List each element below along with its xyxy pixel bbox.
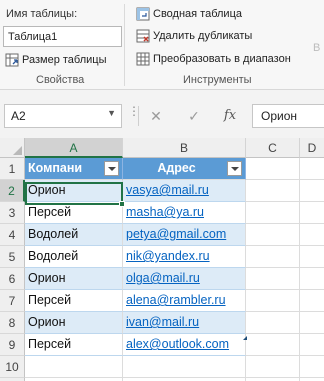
properties-group-label: Свойства [36,74,85,86]
email-cell[interactable]: olga@mail.ru [123,268,246,290]
email-link[interactable]: petya@gmail.com [126,227,226,241]
company-cell[interactable]: Водолей [25,224,123,246]
formula-divider [138,106,139,126]
row-header[interactable]: 4 [0,224,25,246]
empty-cell[interactable] [123,356,246,378]
row-header[interactable]: 2 [0,180,25,202]
insert-function-icon[interactable]: fx [217,104,243,128]
pivot-table-icon [136,7,150,21]
empty-cell[interactable] [300,356,324,378]
name-box-value: A2 [11,109,26,123]
empty-cell[interactable] [300,224,324,246]
empty-cell[interactable] [246,312,300,334]
worksheet-grid: A B C D 1 2 3 4 5 6 7 8 9 10 11 Компани … [0,138,324,381]
table-name-input[interactable] [3,26,122,47]
company-cell[interactable]: Персей [25,290,123,312]
ribbon: Имя таблицы: Размер таблицы Свойства Сво… [0,0,324,90]
row-header[interactable]: 9 [0,334,25,356]
formula-input[interactable]: Орион [252,104,324,128]
cancel-icon[interactable]: ✕ [143,104,169,128]
company-cell[interactable]: Орион [25,268,123,290]
empty-cell[interactable] [246,158,300,180]
pivot-table-button[interactable]: Сводная таблица [136,7,242,21]
empty-cell[interactable] [300,312,324,334]
row-header[interactable]: 10 [0,356,25,378]
empty-cell[interactable] [300,158,324,180]
formula-bar: A2 ▼ ⋮ ✕ ✓ fx Орион [0,90,324,138]
company-cell[interactable]: Водолей [25,246,123,268]
email-link[interactable]: ivan@mail.ru [126,315,199,329]
empty-cell[interactable] [246,268,300,290]
remove-duplicates-icon [136,29,150,43]
ribbon-divider [124,4,125,86]
table-header-address-label: Адрес [157,161,196,175]
email-link[interactable]: nik@yandex.ru [126,249,210,263]
remove-duplicates-label: Удалить дубликаты [153,30,253,42]
remove-duplicates-button[interactable]: Удалить дубликаты [136,29,252,43]
row-header[interactable]: 5 [0,246,25,268]
empty-cell[interactable] [300,334,324,356]
row-header[interactable]: 8 [0,312,25,334]
row-header[interactable]: 7 [0,290,25,312]
table-header-address[interactable]: Адрес [123,158,246,180]
table-header-company[interactable]: Компани [25,158,123,180]
empty-cell[interactable] [246,246,300,268]
empty-cell[interactable] [246,334,300,356]
row-header[interactable]: 1 [0,158,25,180]
email-link[interactable]: alena@rambler.ru [126,293,226,307]
resize-table-icon [5,53,19,67]
tools-group-label: Инструменты [183,74,252,86]
column-header-a[interactable]: A [25,138,123,158]
email-link[interactable]: masha@ya.ru [126,205,204,219]
filter-dropdown-icon[interactable] [227,161,242,176]
pivot-table-label: Сводная таблица [153,8,242,20]
convert-to-range-label: Преобразовать в диапазон [153,53,291,65]
column-header-b[interactable]: B [123,138,246,158]
email-cell[interactable]: petya@gmail.com [123,224,246,246]
email-cell[interactable]: nik@yandex.ru [123,246,246,268]
resize-table-label: Размер таблицы [22,54,107,66]
email-cell[interactable]: vasya@mail.ru [123,180,246,202]
empty-cell[interactable] [246,202,300,224]
row-header[interactable]: 3 [0,202,25,224]
empty-cell[interactable] [300,180,324,202]
chevron-down-icon[interactable]: ▼ [107,108,116,118]
empty-cell[interactable] [300,268,324,290]
email-cell[interactable]: masha@ya.ru [123,202,246,224]
email-link[interactable]: olga@mail.ru [126,271,200,285]
email-cell[interactable]: alex@outlook.com [123,334,246,356]
company-cell[interactable]: Персей [25,202,123,224]
company-cell[interactable]: Персей [25,334,123,356]
empty-cell[interactable] [246,180,300,202]
enter-icon[interactable]: ✓ [181,104,207,128]
row-header[interactable]: 6 [0,268,25,290]
column-header-d[interactable]: D [300,138,324,158]
email-cell[interactable]: ivan@mail.ru [123,312,246,334]
empty-cell[interactable] [246,224,300,246]
empty-cell[interactable] [300,290,324,312]
select-all-button[interactable] [0,138,25,158]
faded-ribbon-text: В [313,42,321,54]
name-box[interactable]: A2 ▼ [4,104,122,128]
column-header-c[interactable]: C [246,138,300,158]
table-name-label: Имя таблицы: [6,8,78,20]
empty-cell[interactable] [300,202,324,224]
resize-table-button[interactable]: Размер таблицы [5,53,106,67]
empty-cell[interactable] [300,246,324,268]
email-link[interactable]: vasya@mail.ru [126,183,209,197]
convert-to-range-button[interactable]: Преобразовать в диапазон [136,52,291,66]
empty-cell[interactable] [246,356,300,378]
email-cell[interactable]: alena@rambler.ru [123,290,246,312]
company-cell[interactable]: Орион [25,312,123,334]
filter-dropdown-icon[interactable] [104,161,119,176]
company-cell[interactable]: Орион [25,180,123,202]
convert-range-icon [136,52,150,66]
email-link[interactable]: alex@outlook.com [126,337,229,351]
table-header-company-label: Компани [28,161,83,175]
empty-cell[interactable] [25,356,123,378]
empty-cell[interactable] [246,290,300,312]
